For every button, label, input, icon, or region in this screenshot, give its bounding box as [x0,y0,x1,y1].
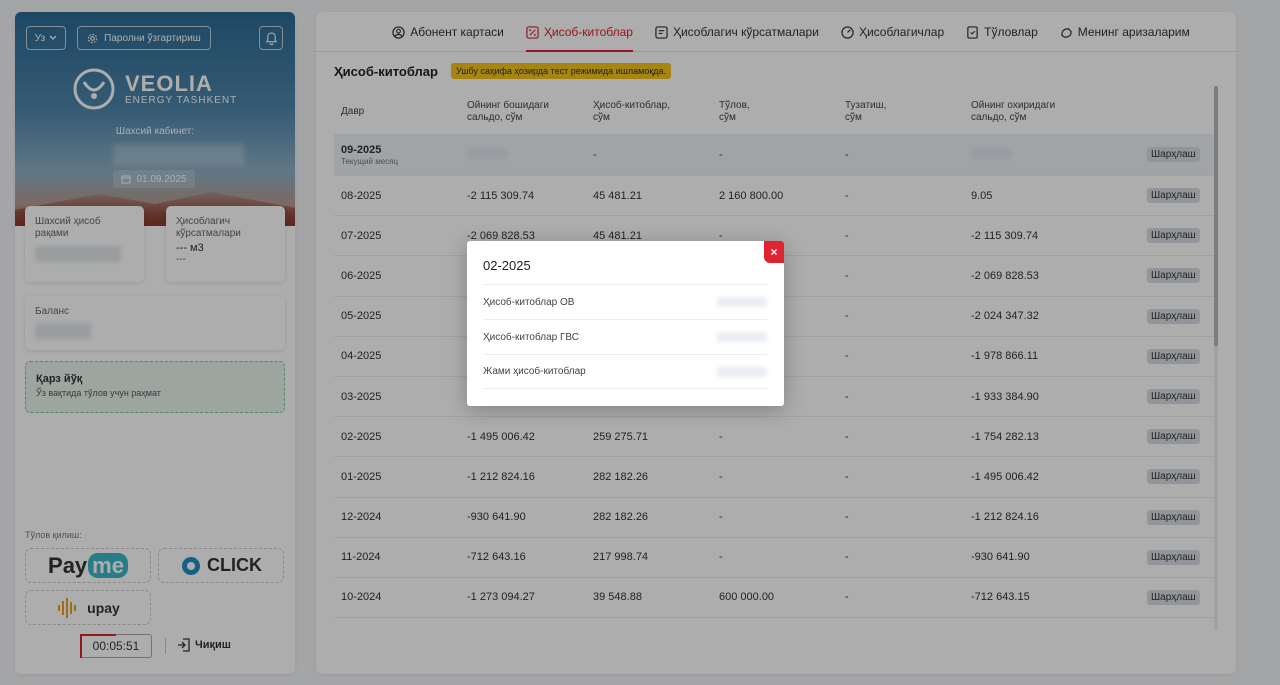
close-button[interactable]: × [764,241,784,263]
modal-row: Ҳисоб-китоблар ОВ [483,284,767,319]
modal-rows: Ҳисоб-китоблар ОВ Ҳисоб-китоблар ГВС Жам… [483,284,767,389]
redacted-value [717,366,767,377]
redacted-value [717,297,767,307]
modal-row: Жами ҳисоб-китоблар [483,354,767,389]
modal-row-label: Ҳисоб-китоблар ГВС [483,331,579,343]
modal-row-label: Жами ҳисоб-китоблар [483,366,586,377]
redacted-value [717,332,767,342]
modal-row-label: Ҳисоб-китоблар ОВ [483,296,575,308]
period-details-modal: × 02-2025 Ҳисоб-китоблар ОВ Ҳисоб-китобл… [467,241,784,406]
modal-row: Ҳисоб-китоблар ГВС [483,319,767,354]
modal-title: 02-2025 [483,258,531,273]
